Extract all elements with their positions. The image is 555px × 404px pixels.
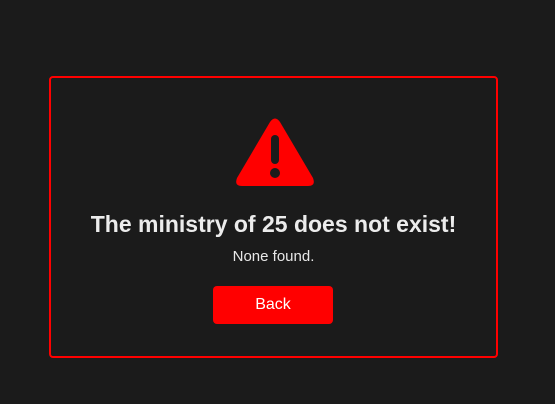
- error-card: The ministry of 25 does not exist! None …: [49, 76, 498, 358]
- error-title: The ministry of 25 does not exist!: [90, 211, 457, 237]
- error-message: None found.: [232, 248, 315, 265]
- back-button[interactable]: Back: [213, 286, 333, 324]
- warning-triangle-icon: [234, 116, 316, 188]
- page: The ministry of 25 does not exist! None …: [0, 0, 555, 404]
